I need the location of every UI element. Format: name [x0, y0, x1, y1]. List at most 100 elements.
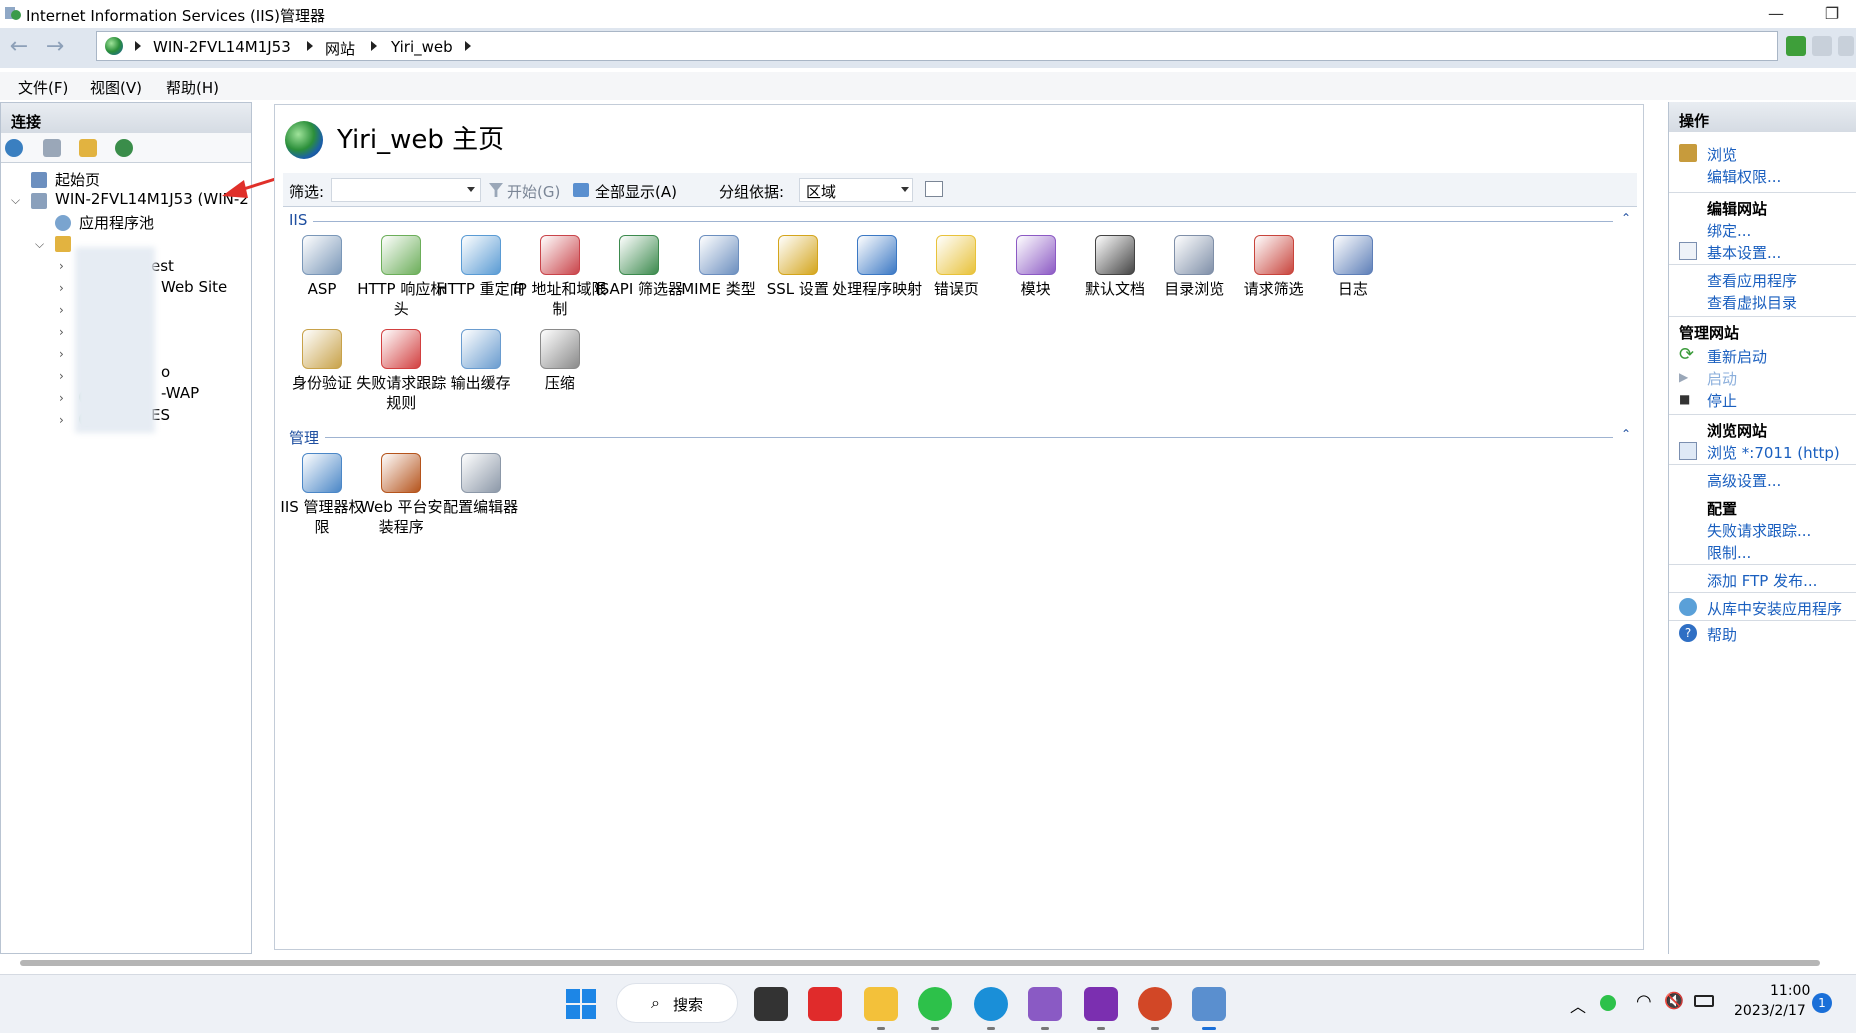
- app-pool-icon: [55, 215, 71, 231]
- chevron-right-icon[interactable]: ›: [59, 413, 64, 427]
- show-all-button[interactable]: 全部显示(A): [595, 181, 677, 202]
- taskbar: ⌕ 搜索 ︿ ◠ 🔇 11:00 2023/2/17 1: [0, 974, 1856, 1033]
- action-add-ftp[interactable]: 添加 FTP 发布...: [1707, 570, 1817, 591]
- wifi-icon[interactable]: ◠: [1636, 991, 1652, 1012]
- chevron-up-icon[interactable]: ︿: [1570, 993, 1586, 1017]
- directory-browsing-icon: [1174, 235, 1215, 275]
- volume-muted-icon[interactable]: 🔇: [1664, 991, 1684, 1010]
- powerpoint-icon[interactable]: [1138, 987, 1172, 1021]
- menu-help[interactable]: 帮助(H): [166, 77, 219, 98]
- task-view-icon[interactable]: [754, 987, 788, 1021]
- actions-panel: 操作 浏览 编辑权限... 编辑网站 绑定... 基本设置... 查看应用程序 …: [1668, 102, 1856, 954]
- section-header-management: 管理: [289, 429, 320, 447]
- wechat-tray-icon[interactable]: [1600, 995, 1616, 1011]
- action-start[interactable]: 启动: [1707, 368, 1737, 389]
- action-browse[interactable]: 浏览: [1707, 144, 1737, 165]
- breadcrumb-sites[interactable]: 网站: [325, 38, 355, 59]
- forward-button[interactable]: →: [40, 34, 70, 62]
- tree-node-app-pools[interactable]: 应用程序池: [55, 212, 154, 234]
- chevron-right-icon[interactable]: ›: [59, 391, 64, 405]
- redaction-blur: [75, 247, 155, 433]
- http-headers-icon: [381, 235, 422, 275]
- connections-panel: 连接 起始页 ⌵ WIN-2FVL14M1J53 (WIN-2 应用程序池 ⌵ …: [0, 102, 252, 954]
- filter-input[interactable]: [331, 178, 481, 202]
- chevron-right-icon[interactable]: ›: [59, 281, 64, 295]
- group-by-select[interactable]: 区域: [799, 178, 913, 202]
- group-by-label: 分组依据:: [719, 183, 785, 201]
- tree-node-start-page[interactable]: 起始页: [31, 169, 100, 191]
- action-stop[interactable]: 停止: [1707, 390, 1737, 411]
- breadcrumb-server[interactable]: WIN-2FVL14M1J53: [153, 38, 291, 56]
- collapse-icon[interactable]: ⌃: [1621, 427, 1631, 441]
- onenote-icon[interactable]: [1084, 987, 1118, 1021]
- refresh-icon[interactable]: [1786, 36, 1806, 56]
- browse-site-header: 浏览网站: [1707, 422, 1768, 440]
- edit-site-header: 编辑网站: [1707, 200, 1768, 218]
- divider: [1669, 592, 1856, 593]
- breadcrumb-site[interactable]: Yiri_web: [391, 38, 453, 56]
- action-failed-tracing[interactable]: 失败请求跟踪...: [1707, 520, 1811, 541]
- running-indicator: [877, 1027, 885, 1030]
- disconnect-icon[interactable]: [115, 139, 133, 157]
- section-divider: [325, 437, 1613, 438]
- back-button[interactable]: ←: [4, 34, 34, 62]
- action-edit-permissions[interactable]: 编辑权限...: [1707, 166, 1781, 187]
- tree-label: 起始页: [55, 171, 101, 189]
- feature-item[interactable]: 日志: [1306, 235, 1400, 299]
- action-install-gallery[interactable]: 从库中安装应用程序: [1707, 598, 1842, 619]
- menu-file[interactable]: 文件(F): [18, 77, 68, 98]
- connect-icon[interactable]: [5, 139, 23, 157]
- divider: [1669, 620, 1856, 621]
- menu-view[interactable]: 视图(V): [90, 77, 142, 98]
- notification-badge[interactable]: 1: [1812, 993, 1832, 1013]
- compression-icon: [539, 329, 580, 369]
- action-view-applications[interactable]: 查看应用程序: [1707, 270, 1797, 291]
- visual-studio-icon[interactable]: [1028, 987, 1062, 1021]
- minimize-button[interactable]: —: [1758, 2, 1794, 26]
- start-filter-button[interactable]: 开始(G): [507, 181, 560, 202]
- dropdown-icon[interactable]: [467, 187, 475, 192]
- view-mode-icon[interactable]: [925, 181, 943, 197]
- chevron-right-icon[interactable]: ›: [59, 347, 64, 361]
- chevron-right-icon[interactable]: ›: [59, 325, 64, 339]
- tree-node-site[interactable]: -WAP: [161, 384, 199, 406]
- iis-manager-icon[interactable]: [1192, 987, 1226, 1021]
- collapse-icon[interactable]: ⌃: [1621, 211, 1631, 225]
- action-help[interactable]: 帮助: [1707, 624, 1737, 645]
- action-advanced-settings[interactable]: 高级设置...: [1707, 470, 1781, 491]
- clock-date[interactable]: 2023/2/17: [1734, 1003, 1806, 1019]
- clock-time[interactable]: 11:00: [1770, 983, 1810, 999]
- feature-item[interactable]: 压缩: [513, 329, 607, 393]
- file-explorer-icon[interactable]: [864, 987, 898, 1021]
- chevron-right-icon[interactable]: ›: [59, 259, 64, 273]
- action-browse-port[interactable]: 浏览 *:7011 (http): [1707, 442, 1840, 463]
- chevron-down-icon[interactable]: ⌵: [35, 237, 44, 252]
- taskbar-search[interactable]: ⌕ 搜索: [616, 983, 738, 1023]
- isapi-filter-icon: [619, 235, 660, 275]
- restore-button[interactable]: ❐: [1814, 2, 1850, 26]
- address-breadcrumb[interactable]: WIN-2FVL14M1J53 网站 Yiri_web: [96, 31, 1778, 61]
- horizontal-scrollbar[interactable]: [20, 960, 1820, 966]
- tree-node-site[interactable]: o: [161, 363, 170, 385]
- youdao-icon[interactable]: [808, 987, 842, 1021]
- home-icon[interactable]: [1838, 36, 1854, 56]
- action-restart[interactable]: 重新启动: [1707, 346, 1767, 367]
- breadcrumb-separator-icon: [371, 41, 377, 51]
- tree-node-site[interactable]: Web Site: [161, 278, 227, 300]
- edge-icon[interactable]: [974, 987, 1008, 1021]
- chevron-right-icon[interactable]: ›: [59, 369, 64, 383]
- chevron-down-icon[interactable]: ⌵: [11, 193, 20, 208]
- action-bindings[interactable]: 绑定...: [1707, 220, 1751, 241]
- action-basic-settings[interactable]: 基本设置...: [1707, 242, 1781, 263]
- windows-start-icon[interactable]: [566, 989, 596, 1019]
- action-limits[interactable]: 限制...: [1707, 542, 1751, 563]
- wechat-icon[interactable]: [918, 987, 952, 1021]
- action-view-virtual-dirs[interactable]: 查看虚拟目录: [1707, 292, 1797, 313]
- chevron-right-icon[interactable]: ›: [59, 303, 64, 317]
- up-folder-icon[interactable]: [79, 139, 97, 157]
- feature-item[interactable]: 配置编辑器: [434, 453, 528, 517]
- save-icon[interactable]: [43, 139, 61, 157]
- stop-icon[interactable]: [1812, 36, 1832, 56]
- battery-icon[interactable]: [1694, 995, 1714, 1007]
- dropdown-icon[interactable]: [901, 187, 909, 192]
